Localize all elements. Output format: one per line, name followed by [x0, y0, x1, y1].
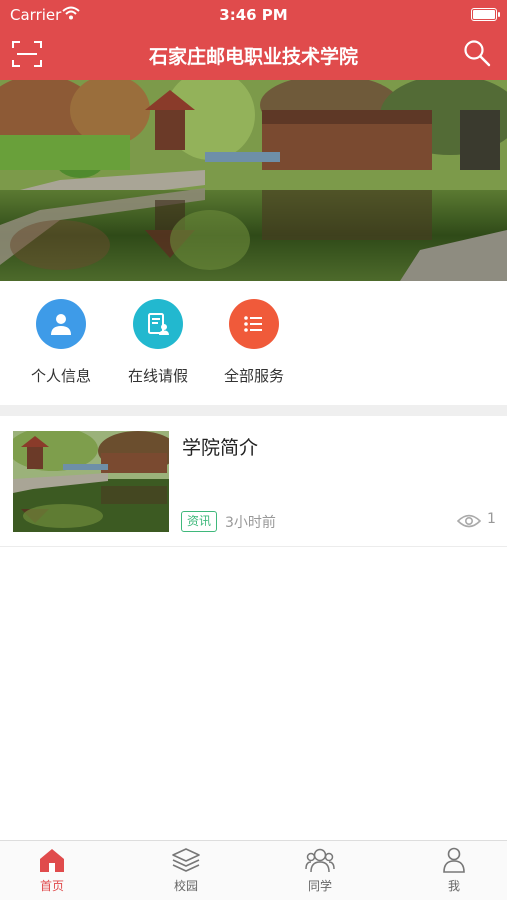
quick-action-leave[interactable]: 在线请假	[113, 299, 203, 386]
tab-label: 校园	[173, 879, 198, 893]
banner-image[interactable]	[0, 80, 507, 281]
quick-action-personal-info[interactable]: 个人信息	[16, 299, 106, 386]
tab-label: 同学	[307, 879, 332, 893]
news-list-item[interactable]: 学院简介 资讯 3小时前 1	[0, 416, 507, 547]
tab-campus[interactable]: 校园	[146, 847, 226, 894]
tab-label: 首页	[39, 879, 64, 893]
battery-icon	[471, 8, 500, 21]
tab-label: 我	[447, 879, 460, 893]
clock: 3:46 PM	[219, 6, 288, 24]
eye-icon	[457, 514, 481, 528]
user-icon	[443, 847, 465, 873]
news-thumbnail	[13, 431, 169, 532]
tab-bar: 首页 校园 同学 我	[0, 840, 507, 900]
home-icon	[40, 849, 64, 872]
nav-bar: 石家庄邮电职业技术学院	[0, 30, 507, 80]
status-bar: Carrier 3:46 PM	[0, 0, 507, 30]
tab-classmates[interactable]: 同学	[280, 847, 360, 894]
tab-me[interactable]: 我	[414, 847, 494, 894]
news-view-count: 1	[487, 511, 496, 527]
leave-form-icon	[133, 299, 183, 349]
classmates-icon	[305, 848, 335, 873]
quick-action-label: 在线请假	[127, 367, 188, 385]
quick-action-label: 个人信息	[30, 367, 91, 385]
layers-icon	[172, 848, 200, 872]
banner-scene	[0, 80, 507, 281]
quick-action-all-services[interactable]: 全部服务	[209, 299, 299, 386]
news-category-badge: 资讯	[181, 511, 218, 532]
tab-home[interactable]: 首页	[12, 847, 92, 894]
quick-action-label: 全部服务	[223, 367, 284, 385]
section-divider	[0, 405, 507, 416]
news-title: 学院简介	[182, 437, 259, 459]
search-icon[interactable]	[463, 39, 491, 67]
quick-actions: 个人信息 在线请假 全部服务	[0, 281, 507, 405]
list-icon	[229, 299, 279, 349]
news-timestamp: 3小时前	[225, 515, 276, 531]
person-icon	[36, 299, 86, 349]
page-title: 石家庄邮电职业技术学院	[148, 46, 358, 68]
